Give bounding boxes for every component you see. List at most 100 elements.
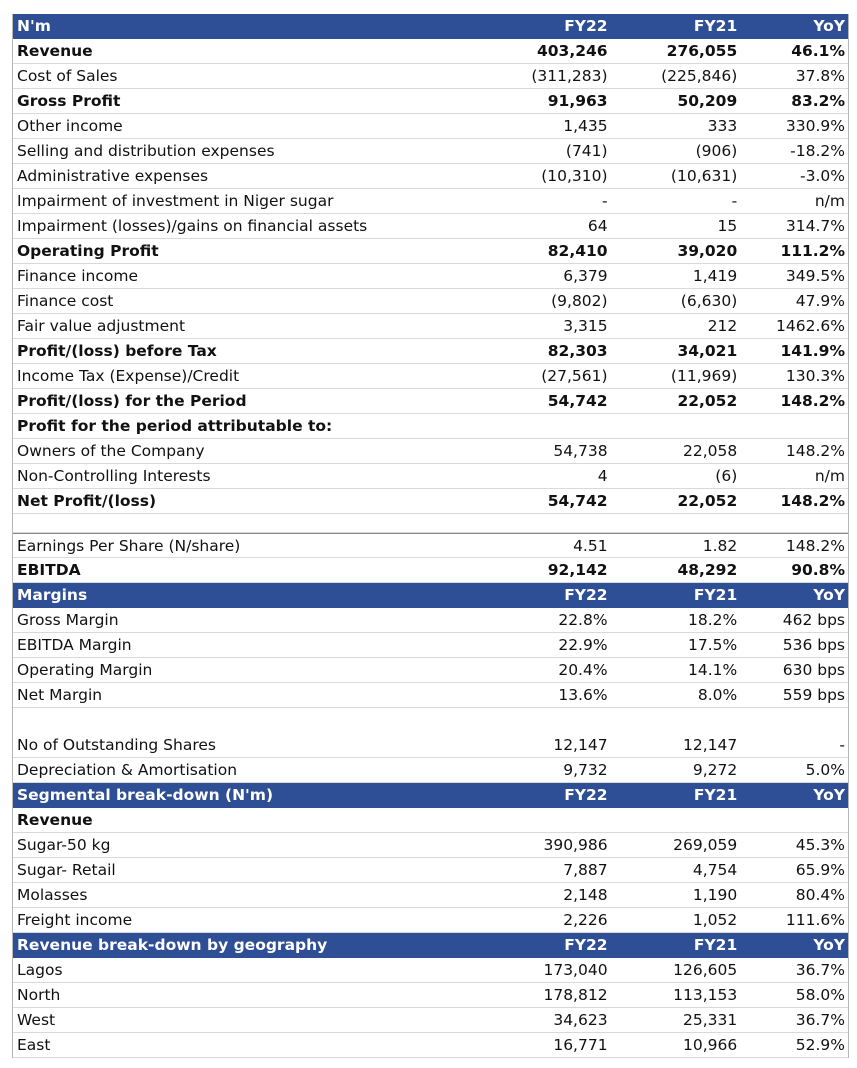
row-label: East <box>17 1036 51 1054</box>
yoy-value <box>737 514 848 532</box>
yoy-value: 330.9% <box>785 117 845 135</box>
fy22-value: 92,142 <box>547 561 608 579</box>
fy21-value: 15 <box>717 217 738 235</box>
fy22-value: - <box>601 192 608 210</box>
fy22-value: 20.4% <box>558 661 608 679</box>
section-header-margins: Margins FY22 FY21 YoY <box>13 583 848 608</box>
section-header-n-m: N'm FY22 FY21 YoY <box>13 14 848 39</box>
table-row-selling-and-distribution-expenses: Selling and distribution expenses (741) (9… <box>13 139 848 164</box>
table-row-non-controlling-interests: Non-Controlling Interests 4 (6) n/m <box>13 464 848 489</box>
fy22-value: 12,147 <box>553 736 608 754</box>
row-label: Profit for the period attributable to: <box>17 417 333 435</box>
table-row-owners-of-the-company: Owners of the Company 54,738 22,058 148.2% <box>13 439 848 464</box>
fy21-value: FY21 <box>693 586 738 604</box>
fy21-value: 18.2% <box>688 611 738 629</box>
fy21-value: 8.0% <box>697 686 738 704</box>
row-label: Net Profit/(loss) <box>17 492 157 510</box>
table-row-no-of-outstanding-shares: No of Outstanding Shares 12,147 12,147 - <box>13 733 848 758</box>
table-row-operating-margin: Operating Margin 20.4% 14.1% 630 bps <box>13 658 848 683</box>
fy22-value: (9,802) <box>551 292 608 310</box>
row-label: Gross Profit <box>17 92 121 110</box>
table-row-earnings-per-share-n-share: Earnings Per Share (N/share) 4.51 1.82 148.… <box>13 533 848 558</box>
yoy-value: n/m <box>814 467 845 485</box>
fy22-value: 91,963 <box>547 92 608 110</box>
fy22-value: FY22 <box>564 586 608 604</box>
yoy-value: 47.9% <box>795 292 845 310</box>
fy21-value: 14.1% <box>688 661 738 679</box>
yoy-value <box>737 708 848 732</box>
yoy-value: - <box>839 736 845 754</box>
row-label: Owners of the Company <box>17 442 205 460</box>
fy21-value: 34,021 <box>677 342 738 360</box>
fy22-value: 7,887 <box>563 861 608 879</box>
fy21-value: 22,052 <box>677 392 738 410</box>
fy21-value: FY21 <box>693 786 738 804</box>
fy21-value: 48,292 <box>677 561 738 579</box>
yoy-value: -18.2% <box>790 142 845 160</box>
row-label: Revenue <box>17 811 93 829</box>
fy21-value: (906) <box>695 142 738 160</box>
row-label: Net Margin <box>17 686 103 704</box>
fy21-value: 126,605 <box>673 961 738 979</box>
row-label: EBITDA Margin <box>17 636 132 654</box>
fy21-value: 50,209 <box>677 92 738 110</box>
fy22-value: 4 <box>597 467 608 485</box>
row-label: Molasses <box>17 886 88 904</box>
yoy-value: 130.3% <box>785 367 845 385</box>
row-label: Segmental break-down (N'm) <box>17 786 274 804</box>
table-row-revenue: Revenue 403,246 276,055 46.1% <box>13 39 848 64</box>
fy21-value: 1.82 <box>702 537 738 555</box>
fy21-value: 333 <box>707 117 738 135</box>
yoy-value: 5.0% <box>805 761 845 779</box>
fy22-value: 173,040 <box>543 961 608 979</box>
yoy-value: 36.7% <box>795 1011 845 1029</box>
row-label: Sugar- Retail <box>17 861 116 879</box>
row-label: North <box>17 986 61 1004</box>
fy21-value: 10,966 <box>683 1036 738 1054</box>
fy22-value: 9,732 <box>563 761 608 779</box>
fy21-value: (10,631) <box>670 167 738 185</box>
fy22-value: 16,771 <box>553 1036 608 1054</box>
fy21-value: 1,052 <box>692 911 738 929</box>
yoy-value: 559 bps <box>782 686 845 704</box>
fy21-value: (225,846) <box>661 67 738 85</box>
row-label: Impairment (losses)/gains on financial a… <box>17 217 368 235</box>
fy21-value: (6) <box>715 467 738 485</box>
fy22-value: 2,148 <box>563 886 608 904</box>
yoy-value: 83.2% <box>791 92 845 110</box>
yoy-value: 111.2% <box>780 242 845 260</box>
yoy-value: -3.0% <box>800 167 845 185</box>
row-label: Administrative expenses <box>17 167 209 185</box>
fy22-value: 82,410 <box>547 242 608 260</box>
row-label: Operating Margin <box>17 661 153 679</box>
fy22-value <box>486 808 608 832</box>
table-row-administrative-expenses: Administrative expenses (10,310) (10,631) -… <box>13 164 848 189</box>
yoy-value: 148.2% <box>780 492 845 510</box>
fy21-value: 276,055 <box>666 42 738 60</box>
financial-table: N'm FY22 FY21 YoY Revenue 403,246 276,055 46.1%… <box>12 14 849 1058</box>
row-label: EBITDA <box>17 561 81 579</box>
fy21-value: 17.5% <box>688 636 738 654</box>
fy21-value: 22,052 <box>677 492 738 510</box>
table-row-fair-value-adjustment: Fair value adjustment 3,315 212 1462.6% <box>13 314 848 339</box>
fy22-value: FY22 <box>564 17 608 35</box>
table-row-depreciation-amortisation: Depreciation & Amortisation 9,732 9,272 5.0… <box>13 758 848 783</box>
fy22-value: 3,315 <box>563 317 608 335</box>
row-label <box>13 514 486 532</box>
fy22-value <box>486 514 608 532</box>
fy22-value <box>486 708 608 732</box>
table-row-cost-of-sales: Cost of Sales (311,283) (225,846) 37.8% <box>13 64 848 89</box>
row-label: Selling and distribution expenses <box>17 142 275 160</box>
fy21-value: 113,153 <box>673 986 738 1004</box>
fy21-value: 4,754 <box>692 861 738 879</box>
fy21-value: 9,272 <box>692 761 738 779</box>
fy22-value: 54,742 <box>547 492 608 510</box>
yoy-value: n/m <box>814 192 845 210</box>
fy22-value: (741) <box>565 142 608 160</box>
fy21-value <box>608 808 738 832</box>
table-row-profit-loss-before-tax: Profit/(loss) before Tax 82,303 34,021 141.… <box>13 339 848 364</box>
fy22-value: 403,246 <box>536 42 608 60</box>
fy21-value <box>608 708 738 732</box>
row-label: Income Tax (Expense)/Credit <box>17 367 240 385</box>
fy22-value: (27,561) <box>541 367 608 385</box>
